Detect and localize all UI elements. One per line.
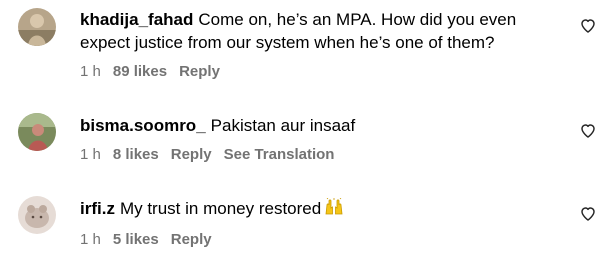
comments-list: khadija_fahad Come on, he’s an MPA. How d… xyxy=(0,0,608,256)
profile-photo-icon xyxy=(18,113,56,151)
comment-text: Pakistan aur insaaf xyxy=(210,116,356,135)
comment-time: 1 h xyxy=(80,231,101,248)
comment-likes[interactable]: 8 likes xyxy=(113,146,159,164)
avatar[interactable] xyxy=(18,196,56,234)
reply-button[interactable]: Reply xyxy=(179,63,220,81)
comment-likes[interactable]: 89 likes xyxy=(113,63,167,81)
comment-body: irfi.z My trust in money restored 1 h 5 li… xyxy=(80,197,568,249)
raising-hands-emoji-icon xyxy=(324,197,344,222)
comment-text: My trust in money restored xyxy=(119,199,322,218)
comment-body: khadija_fahad Come on, he’s an MPA. How d… xyxy=(80,8,568,81)
comment-text-line: bisma.soomro_ Pakistan aur insaaf xyxy=(80,114,568,137)
reply-button[interactable]: Reply xyxy=(171,146,212,164)
comment-likes[interactable]: 5 likes xyxy=(113,231,159,249)
comment-username[interactable]: bisma.soomro_ xyxy=(80,116,206,135)
reply-button[interactable]: Reply xyxy=(171,231,212,249)
avatar[interactable] xyxy=(18,113,56,151)
comment-meta: 1 h 8 likes Reply See Translation xyxy=(80,146,568,164)
comment-username[interactable]: irfi.z xyxy=(80,199,115,218)
profile-photo-icon xyxy=(18,196,56,234)
heart-outline-icon[interactable] xyxy=(580,206,596,222)
avatar[interactable] xyxy=(18,8,56,46)
comment-time: 1 h xyxy=(80,146,101,163)
comment-text-line: irfi.z My trust in money restored xyxy=(80,197,568,222)
comment-meta: 1 h 89 likes Reply xyxy=(80,63,568,81)
comment-body: bisma.soomro_ Pakistan aur insaaf 1 h 8 li… xyxy=(80,114,568,164)
comment-time: 1 h xyxy=(80,63,101,80)
comment-username[interactable]: khadija_fahad xyxy=(80,10,193,29)
profile-photo-icon xyxy=(18,8,56,46)
heart-outline-icon[interactable] xyxy=(580,18,596,34)
comment-text-line: khadija_fahad Come on, he’s an MPA. How d… xyxy=(80,8,568,54)
comment-meta: 1 h 5 likes Reply xyxy=(80,231,568,249)
heart-outline-icon[interactable] xyxy=(580,123,596,139)
see-translation-button[interactable]: See Translation xyxy=(224,146,335,164)
